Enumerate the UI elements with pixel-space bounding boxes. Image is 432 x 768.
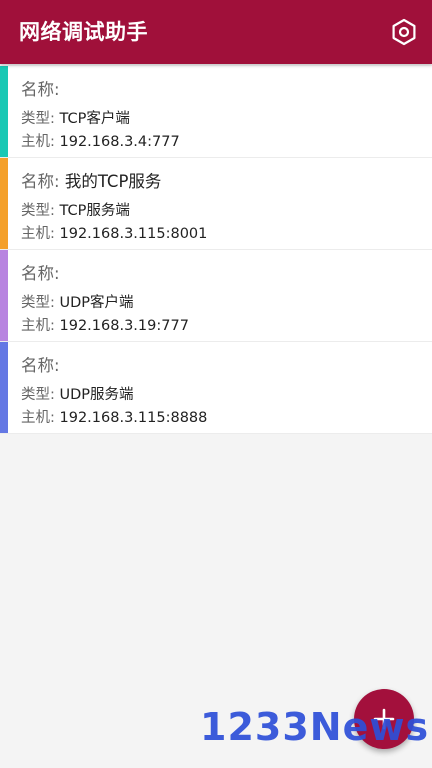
host-label: 主机: bbox=[21, 318, 55, 334]
type-value: TCP服务端 bbox=[59, 203, 130, 219]
connection-card[interactable]: 名称: 我的TCP服务 类型: TCP服务端 主机: 192.168.3.115… bbox=[0, 158, 432, 250]
host-value: 192.168.3.115:8001 bbox=[59, 226, 208, 242]
card-type-row: 类型: UDP服务端 bbox=[21, 384, 134, 406]
name-label: 名称: bbox=[21, 80, 60, 99]
type-label: 类型: bbox=[21, 295, 55, 311]
settings-icon bbox=[392, 18, 416, 46]
host-label: 主机: bbox=[21, 410, 55, 426]
card-type-row: 类型: TCP服务端 bbox=[21, 200, 130, 222]
card-host-row: 主机: 192.168.3.115:8001 bbox=[21, 223, 207, 245]
card-name-row: 名称: bbox=[21, 354, 60, 378]
card-color-strip bbox=[0, 158, 8, 249]
type-value: UDP客户端 bbox=[59, 295, 134, 311]
settings-button[interactable] bbox=[386, 14, 422, 50]
connection-card[interactable]: 名称: 类型: TCP客户端 主机: 192.168.3.4:777 bbox=[0, 66, 432, 158]
card-color-strip bbox=[0, 250, 8, 341]
card-type-row: 类型: UDP客户端 bbox=[21, 292, 134, 314]
type-label: 类型: bbox=[21, 203, 55, 219]
type-label: 类型: bbox=[21, 111, 55, 127]
connection-list: 名称: 类型: TCP客户端 主机: 192.168.3.4:777 名称: 我… bbox=[0, 66, 432, 434]
name-label: 名称: bbox=[21, 172, 60, 191]
card-name-row: 名称: bbox=[21, 262, 60, 286]
card-name-row: 名称: bbox=[21, 78, 60, 102]
card-color-strip bbox=[0, 66, 8, 157]
host-value: 192.168.3.4:777 bbox=[59, 134, 180, 150]
host-label: 主机: bbox=[21, 226, 55, 242]
plus-icon bbox=[373, 708, 395, 730]
host-value: 192.168.3.115:8888 bbox=[59, 410, 208, 426]
connection-card[interactable]: 名称: 类型: UDP服务端 主机: 192.168.3.115:8888 bbox=[0, 342, 432, 434]
app-title: 网络调试助手 bbox=[19, 20, 148, 44]
type-value: TCP客户端 bbox=[59, 111, 130, 127]
host-value: 192.168.3.19:777 bbox=[59, 318, 189, 334]
type-label: 类型: bbox=[21, 387, 55, 403]
card-type-row: 类型: TCP客户端 bbox=[21, 108, 130, 130]
card-host-row: 主机: 192.168.3.19:777 bbox=[21, 315, 189, 337]
type-value: UDP服务端 bbox=[59, 387, 134, 403]
add-connection-button[interactable] bbox=[354, 689, 414, 749]
name-value: 我的TCP服务 bbox=[64, 172, 162, 191]
host-label: 主机: bbox=[21, 134, 55, 150]
card-host-row: 主机: 192.168.3.4:777 bbox=[21, 131, 180, 153]
card-name-row: 名称: 我的TCP服务 bbox=[21, 170, 161, 194]
app-bar: 网络调试助手 bbox=[0, 0, 432, 64]
name-label: 名称: bbox=[21, 356, 60, 375]
connection-card[interactable]: 名称: 类型: UDP客户端 主机: 192.168.3.19:777 bbox=[0, 250, 432, 342]
name-label: 名称: bbox=[21, 264, 60, 283]
card-host-row: 主机: 192.168.3.115:8888 bbox=[21, 407, 207, 429]
card-color-strip bbox=[0, 342, 8, 433]
